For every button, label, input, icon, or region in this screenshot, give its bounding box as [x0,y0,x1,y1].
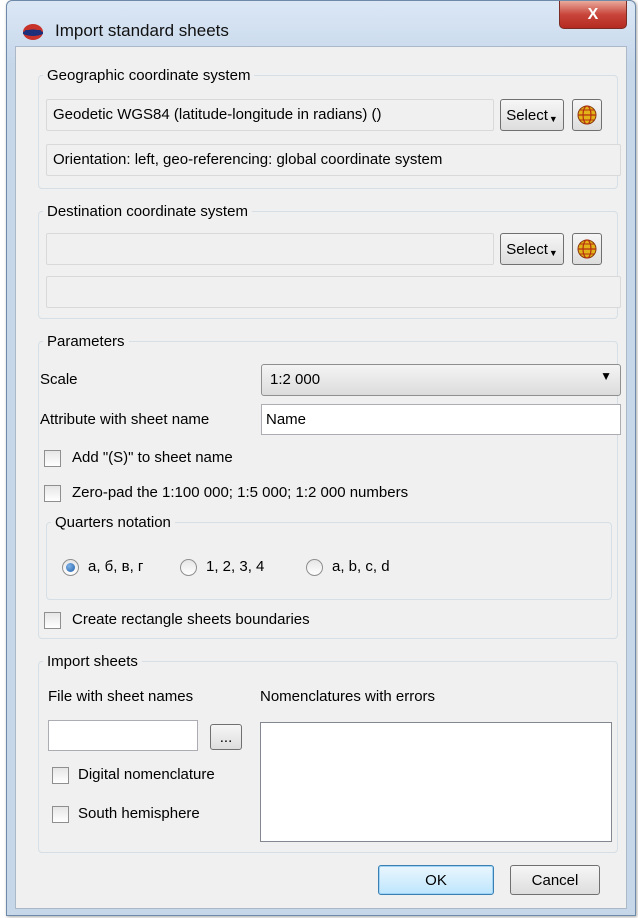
digital-nomenclature-label: Digital nomenclature [78,766,215,783]
quarters-option-latin: a, b, c, d [332,558,390,575]
dialog-client-area: Geographic coordinate system Geodetic WG… [15,46,627,909]
geographic-globe-button[interactable] [572,99,602,131]
geographic-system-field: Geodetic WGS84 (latitude-longitude in ra… [46,99,494,131]
destination-system-field [46,233,494,265]
cancel-button[interactable]: Cancel [510,865,600,895]
app-logo-icon [23,24,43,40]
quarters-notation-group: Quarters notation [46,514,612,600]
attribute-label: Attribute with sheet name [40,411,210,428]
ok-button[interactable]: OK [378,865,494,895]
cancel-button-label: Cancel [531,871,579,889]
nomenclatures-errors-label: Nomenclatures with errors [260,688,436,705]
digital-nomenclature-checkbox[interactable] [52,767,69,784]
close-icon: X [587,5,599,23]
destination-globe-button[interactable] [572,233,602,265]
geographic-group-title: Geographic coordinate system [47,67,251,84]
rect-boundaries-checkbox[interactable] [44,612,61,629]
import-sheets-group-title: Import sheets [47,653,138,670]
globe-icon [577,239,597,259]
destination-select-button[interactable]: Select ▼ [500,233,564,265]
nomenclatures-errors-list[interactable] [260,722,612,842]
quarters-radio-cyrillic[interactable] [62,559,79,576]
zero-pad-label: Zero-pad the 1:100 000; 1:5 000; 1:2 000… [72,484,409,501]
quarters-radio-numeric[interactable] [180,559,197,576]
geographic-select-button[interactable]: Select ▼ [500,99,564,131]
zero-pad-checkbox[interactable] [44,485,61,502]
select-button-label: Select [506,106,548,124]
south-hemisphere-checkbox[interactable] [52,806,69,823]
sheet-names-file-input[interactable] [48,720,198,751]
dropdown-caret-icon: ▼ [548,248,558,258]
chevron-down-icon: ▼ [600,369,612,383]
browse-icon: ... [219,728,233,746]
quarters-radio-latin[interactable] [306,559,323,576]
select-button-label: Select [506,240,548,258]
window-title: Import standard sheets [55,21,229,40]
browse-button[interactable]: ... [210,724,242,750]
close-button[interactable]: X [559,1,627,29]
ok-button-label: OK [425,871,447,889]
dialog-window: Import standard sheets X Geographic coor… [6,0,636,916]
add-s-checkbox[interactable] [44,450,61,467]
destination-orientation-info [46,276,621,308]
file-with-sheet-names-label: File with sheet names [48,688,194,705]
quarters-group-title: Quarters notation [55,514,171,531]
parameters-group-title: Parameters [47,333,125,350]
scale-select[interactable]: 1:2 000 ▼ [261,364,621,396]
quarters-option-cyrillic: а, б, в, г [88,558,144,575]
south-hemisphere-label: South hemisphere [78,805,200,822]
attribute-name-input[interactable]: Name [261,404,621,435]
globe-icon [577,105,597,125]
scale-select-value: 1:2 000 [270,371,321,388]
scale-label: Scale [40,371,78,388]
rect-boundaries-label: Create rectangle sheets boundaries [72,611,310,628]
quarters-option-numeric: 1, 2, 3, 4 [206,558,265,575]
add-s-label: Add "(S)" to sheet name [72,449,233,466]
dropdown-caret-icon: ▼ [548,114,558,124]
geographic-orientation-info: Orientation: left, geo-referencing: glob… [46,144,621,176]
destination-group-title: Destination coordinate system [47,203,248,220]
